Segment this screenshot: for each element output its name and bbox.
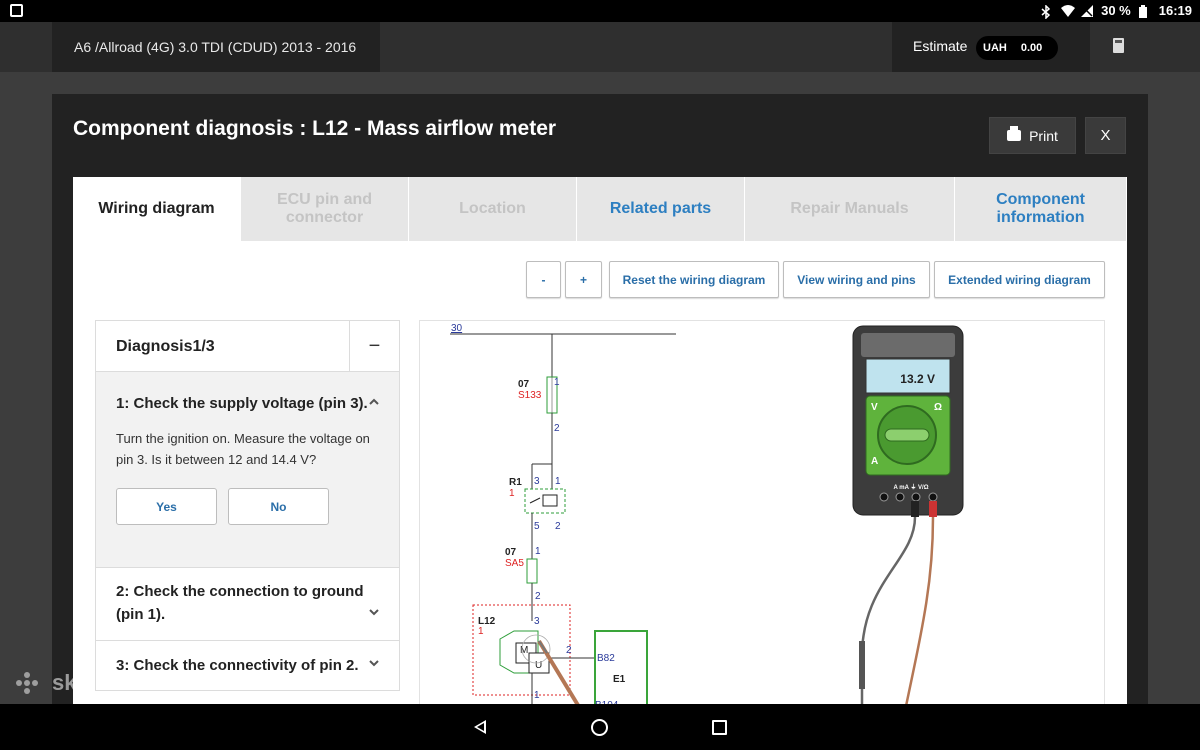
view-wiring-pins-button[interactable]: View wiring and pins — [783, 261, 930, 298]
tab-location: Location — [409, 177, 577, 241]
tab-component-information[interactable]: Component information — [955, 177, 1127, 241]
pin-label: 2 — [554, 423, 560, 434]
step-1-title[interactable]: 1: Check the supply voltage (pin 3). — [116, 392, 371, 415]
estimate-amount: 0.00 — [1020, 42, 1043, 54]
bus-label: 30 — [451, 323, 463, 334]
tab-ecu-pin-connector: ECU pin and connector — [241, 177, 409, 241]
app-bar: A6 /Allroad (4G) 3.0 TDI (CDUD) 2013 - 2… — [0, 22, 1200, 72]
battery-percent: 30 % — [1101, 3, 1131, 18]
estimate-amount-badge: UAH 0.00 — [976, 36, 1058, 60]
relay-r1 — [524, 488, 566, 514]
tab-repair-manuals: Repair Manuals — [745, 177, 955, 241]
reset-wiring-button[interactable]: Reset the wiring diagram — [609, 261, 779, 298]
fuse-2-code: SA5 — [505, 558, 524, 569]
battery-icon — [1138, 4, 1151, 18]
pin-label: 1 — [555, 476, 561, 487]
fuse-1-code: S133 — [518, 390, 542, 401]
meter-reading: 13.2 V — [900, 372, 935, 386]
pin-label: 3 — [534, 616, 540, 627]
meter-label-a: A — [871, 456, 878, 467]
chevron-up-icon[interactable] — [369, 394, 379, 408]
meter-label-ohm: Ω — [934, 402, 942, 413]
step-1-description: Turn the ignition on. Measure the voltag… — [116, 431, 370, 467]
pin-label: 2 — [555, 521, 561, 532]
recent-apps-icon[interactable] — [712, 720, 727, 735]
fuse-2-name: 07 — [505, 547, 517, 558]
pin-label: 1 — [554, 377, 560, 388]
diagnosis-panel: Wiring diagram ECU pin and connector Loc… — [73, 177, 1127, 724]
print-label: Print — [1029, 127, 1058, 144]
step-3-title[interactable]: 3: Check the connectivity of pin 2. — [116, 654, 371, 677]
yes-button[interactable]: Yes — [116, 488, 217, 525]
diagnosis-step-2[interactable]: 2: Check the connection to ground (pin 1… — [96, 568, 399, 641]
pin-label: 1 — [535, 546, 541, 557]
meter-label-v: V — [871, 402, 878, 413]
meter-jack-labels: A mA ⏚ V/Ω — [893, 484, 928, 491]
system-nav-bar — [0, 704, 1200, 750]
ecu-pin-label: B82 — [597, 653, 615, 664]
relay-name: R1 — [509, 477, 522, 488]
estimate-button[interactable]: Estimate UAH 0.00 — [892, 22, 1090, 72]
pin-label: 5 — [534, 521, 540, 532]
pin-label: 2 — [566, 645, 572, 656]
tab-bar: Wiring diagram ECU pin and connector Loc… — [73, 177, 1127, 241]
chevron-down-icon[interactable] — [369, 656, 379, 670]
calculator-icon[interactable] — [1113, 38, 1124, 53]
black-lead — [860, 516, 917, 723]
status-icons: 30 % 16:19 — [1041, 3, 1192, 20]
pin-label: 2 — [535, 591, 541, 602]
multimeter: 13.2 V V Ω A A mA ⏚ V/Ω — [852, 325, 964, 517]
diagnosis-header: Diagnosis1/3 − — [96, 321, 399, 372]
diagnosis-accordion: Diagnosis1/3 − 1: Check the supply volta… — [95, 320, 400, 691]
gallery-notification-icon — [10, 4, 23, 17]
back-icon[interactable] — [474, 720, 486, 734]
component-diagnosis-modal: Component diagnosis : L12 - Mass airflow… — [52, 94, 1148, 724]
pin-label: 3 — [534, 476, 540, 487]
pin-label: 1 — [534, 690, 540, 701]
fuse-sa5 — [526, 558, 538, 584]
extended-wiring-button[interactable]: Extended wiring diagram — [934, 261, 1105, 298]
step-2-title[interactable]: 2: Check the connection to ground (pin 1… — [116, 580, 371, 626]
status-bar: 30 % 16:19 — [0, 0, 1200, 22]
diagnosis-title: Diagnosis1/3 — [116, 338, 215, 355]
relay-sub: 1 — [509, 488, 515, 499]
signal-icon — [1081, 4, 1094, 17]
no-button[interactable]: No — [228, 488, 329, 525]
fuse-1-name: 07 — [518, 379, 530, 390]
close-button[interactable]: X — [1085, 117, 1126, 154]
watermark-logo-icon — [16, 672, 46, 694]
printer-icon — [1007, 126, 1022, 141]
wiring-diagram-canvas[interactable]: 30 07 S133 1 2 R1 1 3 1 5 2 07 SA5 1 2 L… — [419, 320, 1105, 724]
diagnosis-step-1: 1: Check the supply voltage (pin 3). Tur… — [96, 372, 399, 568]
vehicle-selector[interactable]: A6 /Allroad (4G) 3.0 TDI (CDUD) 2013 - 2… — [52, 22, 380, 72]
ecu-name: E1 — [613, 674, 626, 685]
bluetooth-icon — [1041, 3, 1053, 20]
wifi-icon — [1061, 4, 1076, 17]
watermark: skelbiu.lt — [16, 670, 147, 696]
estimate-currency: UAH — [983, 42, 1007, 54]
watermark-text: skelbiu.lt — [52, 670, 148, 695]
estimate-label: Estimate — [913, 38, 968, 54]
modal-title: Component diagnosis : L12 - Mass airflow… — [73, 117, 557, 140]
zoom-in-button[interactable]: + — [565, 261, 602, 298]
tab-related-parts[interactable]: Related parts — [577, 177, 745, 241]
zoom-out-button[interactable]: - — [526, 261, 561, 298]
motor-label: M — [520, 645, 528, 656]
tab-wiring-diagram[interactable]: Wiring diagram — [73, 177, 241, 241]
clock: 16:19 — [1158, 3, 1192, 18]
print-button[interactable]: Print — [989, 117, 1076, 154]
home-icon[interactable] — [591, 719, 608, 736]
chevron-down-icon[interactable] — [369, 605, 379, 619]
collapse-button[interactable]: − — [349, 321, 399, 371]
component-sub: 1 — [478, 626, 484, 637]
